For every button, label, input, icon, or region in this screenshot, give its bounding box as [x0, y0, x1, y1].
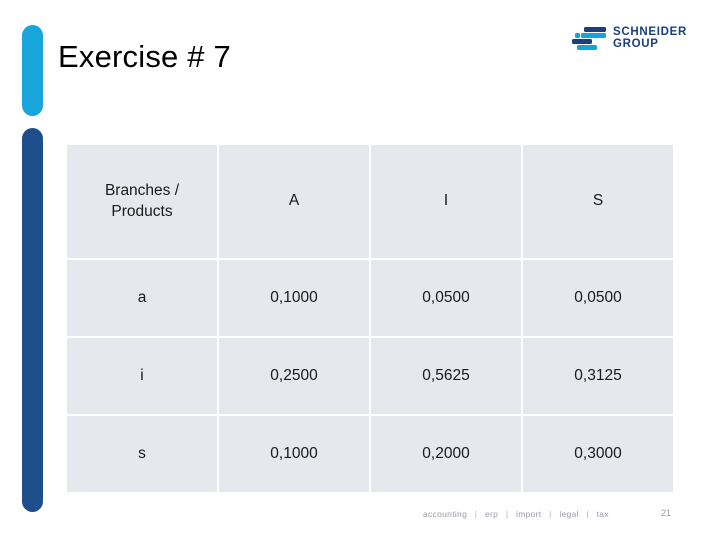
footer-separator: | [586, 509, 589, 519]
table-row: a 0,1000 0,0500 0,0500 [67, 260, 673, 336]
footer-item-erp: erp [484, 509, 499, 519]
table-header-i: I [371, 145, 521, 258]
logo-wordmark-line2: GROUP [613, 38, 659, 50]
cell-i-A: 0,2500 [219, 338, 369, 414]
cell-i-I: 0,5625 [371, 338, 521, 414]
footer-item-import: import [516, 509, 542, 519]
row-label-a: a [67, 260, 217, 336]
cell-s-I: 0,2000 [371, 416, 521, 492]
logo-mark-icon [572, 25, 606, 52]
table-row: i 0,2500 0,5625 0,3125 [67, 338, 673, 414]
cell-a-S: 0,0500 [523, 260, 673, 336]
logo-wordmark: SCHNEIDER GROUP [613, 26, 687, 51]
footer-item-tax: tax [596, 509, 609, 519]
header-label-line1: Branches / [104, 181, 180, 199]
row-label-i: i [67, 338, 217, 414]
footer-separator: | [474, 509, 478, 519]
schneider-group-logo: SCHNEIDER GROUP [572, 21, 694, 55]
footer-separator: | [505, 509, 509, 519]
logo-wordmark-line1: SCHNEIDER [613, 25, 688, 38]
accent-bar-navy [22, 128, 43, 512]
accent-bar-cyan [22, 25, 43, 116]
footer-item-legal: legal [559, 509, 579, 519]
footer-item-accounting: accounting [423, 509, 468, 519]
cell-a-A: 0,1000 [219, 260, 369, 336]
row-label-s: s [67, 416, 217, 492]
table-row: s 0,1000 0,2000 0,3000 [67, 416, 673, 492]
footer-service-list: accounting | erp | import | legal | tax [422, 509, 610, 519]
page-number: 21 [661, 508, 672, 518]
page-title: Exercise # 7 [58, 39, 231, 74]
branches-products-matrix: Branches / Products A I S a 0,1000 0,050… [65, 143, 675, 494]
cell-s-S: 0,3000 [523, 416, 673, 492]
header-label-line2: Products [111, 202, 173, 220]
table-header-s: S [523, 145, 673, 258]
cell-s-A: 0,1000 [219, 416, 369, 492]
footer-separator: | [549, 509, 552, 519]
cell-a-I: 0,0500 [371, 260, 521, 336]
table-header-a: A [219, 145, 369, 258]
table-header-branches-products: Branches / Products [67, 145, 217, 258]
cell-i-S: 0,3125 [523, 338, 673, 414]
table-header-row: Branches / Products A I S [67, 145, 673, 258]
